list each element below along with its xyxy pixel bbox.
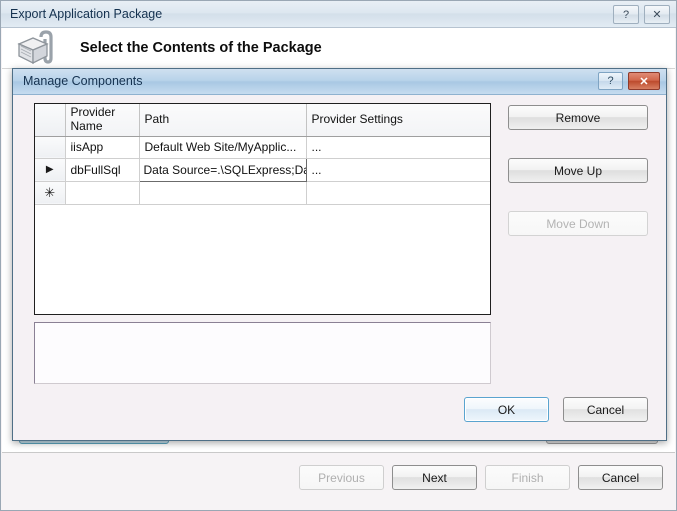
cell-provider-name[interactable]: iisApp: [65, 136, 140, 159]
new-row-asterisk-icon: ✳: [44, 184, 56, 200]
wizard-header: Select the Contents of the Package: [2, 28, 675, 68]
ok-button[interactable]: OK: [464, 397, 549, 422]
column-header-provider-name[interactable]: Provider Name: [65, 104, 140, 137]
grid-action-buttons: Remove Move Up Move Down: [508, 105, 648, 264]
cell-provider-settings[interactable]: [306, 181, 490, 205]
cell-path[interactable]: Default Web Site/MyApplic...: [139, 136, 307, 159]
modal-footer-buttons: OK Cancel: [464, 397, 648, 422]
cell-provider-settings[interactable]: ...: [306, 158, 490, 182]
column-header-path[interactable]: Path: [139, 104, 307, 137]
modal-title: Manage Components: [23, 74, 143, 88]
row-selector-cell[interactable]: [35, 136, 66, 159]
table-body: iisApp Default Web Site/MyApplic... ... …: [35, 136, 490, 205]
wizard-footer: Previous Next Finish Cancel: [2, 453, 675, 509]
screen: Export Application Package ? ✕ Select th…: [0, 0, 677, 511]
close-icon[interactable]: ✕: [644, 5, 670, 24]
components-grid[interactable]: Provider Name Path Provider Settings iis…: [34, 103, 491, 315]
table-row[interactable]: iisApp Default Web Site/MyApplic... ...: [35, 136, 490, 159]
cell-path[interactable]: Data Source=.\SQLExpress;Dat: [138, 157, 307, 182]
column-header-selector[interactable]: [35, 104, 66, 137]
remove-button[interactable]: Remove: [508, 105, 648, 130]
cell-path[interactable]: [139, 181, 307, 205]
wizard-nav-buttons: Previous Next Finish Cancel: [299, 465, 663, 490]
modal-titlebar: Manage Components ? ✕: [13, 69, 666, 95]
cell-provider-name[interactable]: dbFullSql: [65, 158, 140, 182]
cell-provider-settings[interactable]: ...: [306, 136, 490, 159]
close-icon[interactable]: ✕: [628, 72, 660, 90]
table-header-row: Provider Name Path Provider Settings: [35, 104, 490, 137]
move-up-button[interactable]: Move Up: [508, 158, 648, 183]
description-panel: [34, 322, 491, 384]
outer-window-title: Export Application Package: [10, 7, 163, 21]
outer-titlebar: Export Application Package ? ✕: [1, 1, 676, 28]
cancel-button[interactable]: Cancel: [578, 465, 663, 490]
modal-titlebar-buttons: ? ✕: [598, 72, 660, 90]
help-icon[interactable]: ?: [613, 5, 639, 24]
package-box-icon: [17, 30, 53, 65]
next-button[interactable]: Next: [392, 465, 477, 490]
cancel-button[interactable]: Cancel: [563, 397, 648, 422]
help-icon[interactable]: ?: [598, 72, 623, 90]
column-header-provider-settings[interactable]: Provider Settings: [306, 104, 490, 137]
outer-titlebar-buttons: ? ✕: [613, 5, 670, 24]
cell-provider-name[interactable]: [65, 181, 140, 205]
finish-button[interactable]: Finish: [485, 465, 570, 490]
modal-body: Provider Name Path Provider Settings iis…: [13, 95, 666, 440]
table-row[interactable]: ▶ dbFullSql Data Source=.\SQLExpress;Dat…: [35, 157, 490, 182]
row-selector-cell[interactable]: ▶: [35, 158, 66, 182]
table-row-new[interactable]: ✳: [35, 181, 490, 205]
manage-components-dialog: Manage Components ? ✕ Provider Name Path: [12, 68, 667, 441]
table-header: Provider Name Path Provider Settings: [35, 104, 490, 137]
current-row-arrow-icon: ▶: [45, 163, 54, 175]
components-table: Provider Name Path Provider Settings iis…: [35, 104, 490, 205]
move-down-button[interactable]: Move Down: [508, 211, 648, 236]
previous-button[interactable]: Previous: [299, 465, 384, 490]
row-selector-cell[interactable]: ✳: [35, 181, 66, 205]
page-title: Select the Contents of the Package: [80, 40, 322, 56]
